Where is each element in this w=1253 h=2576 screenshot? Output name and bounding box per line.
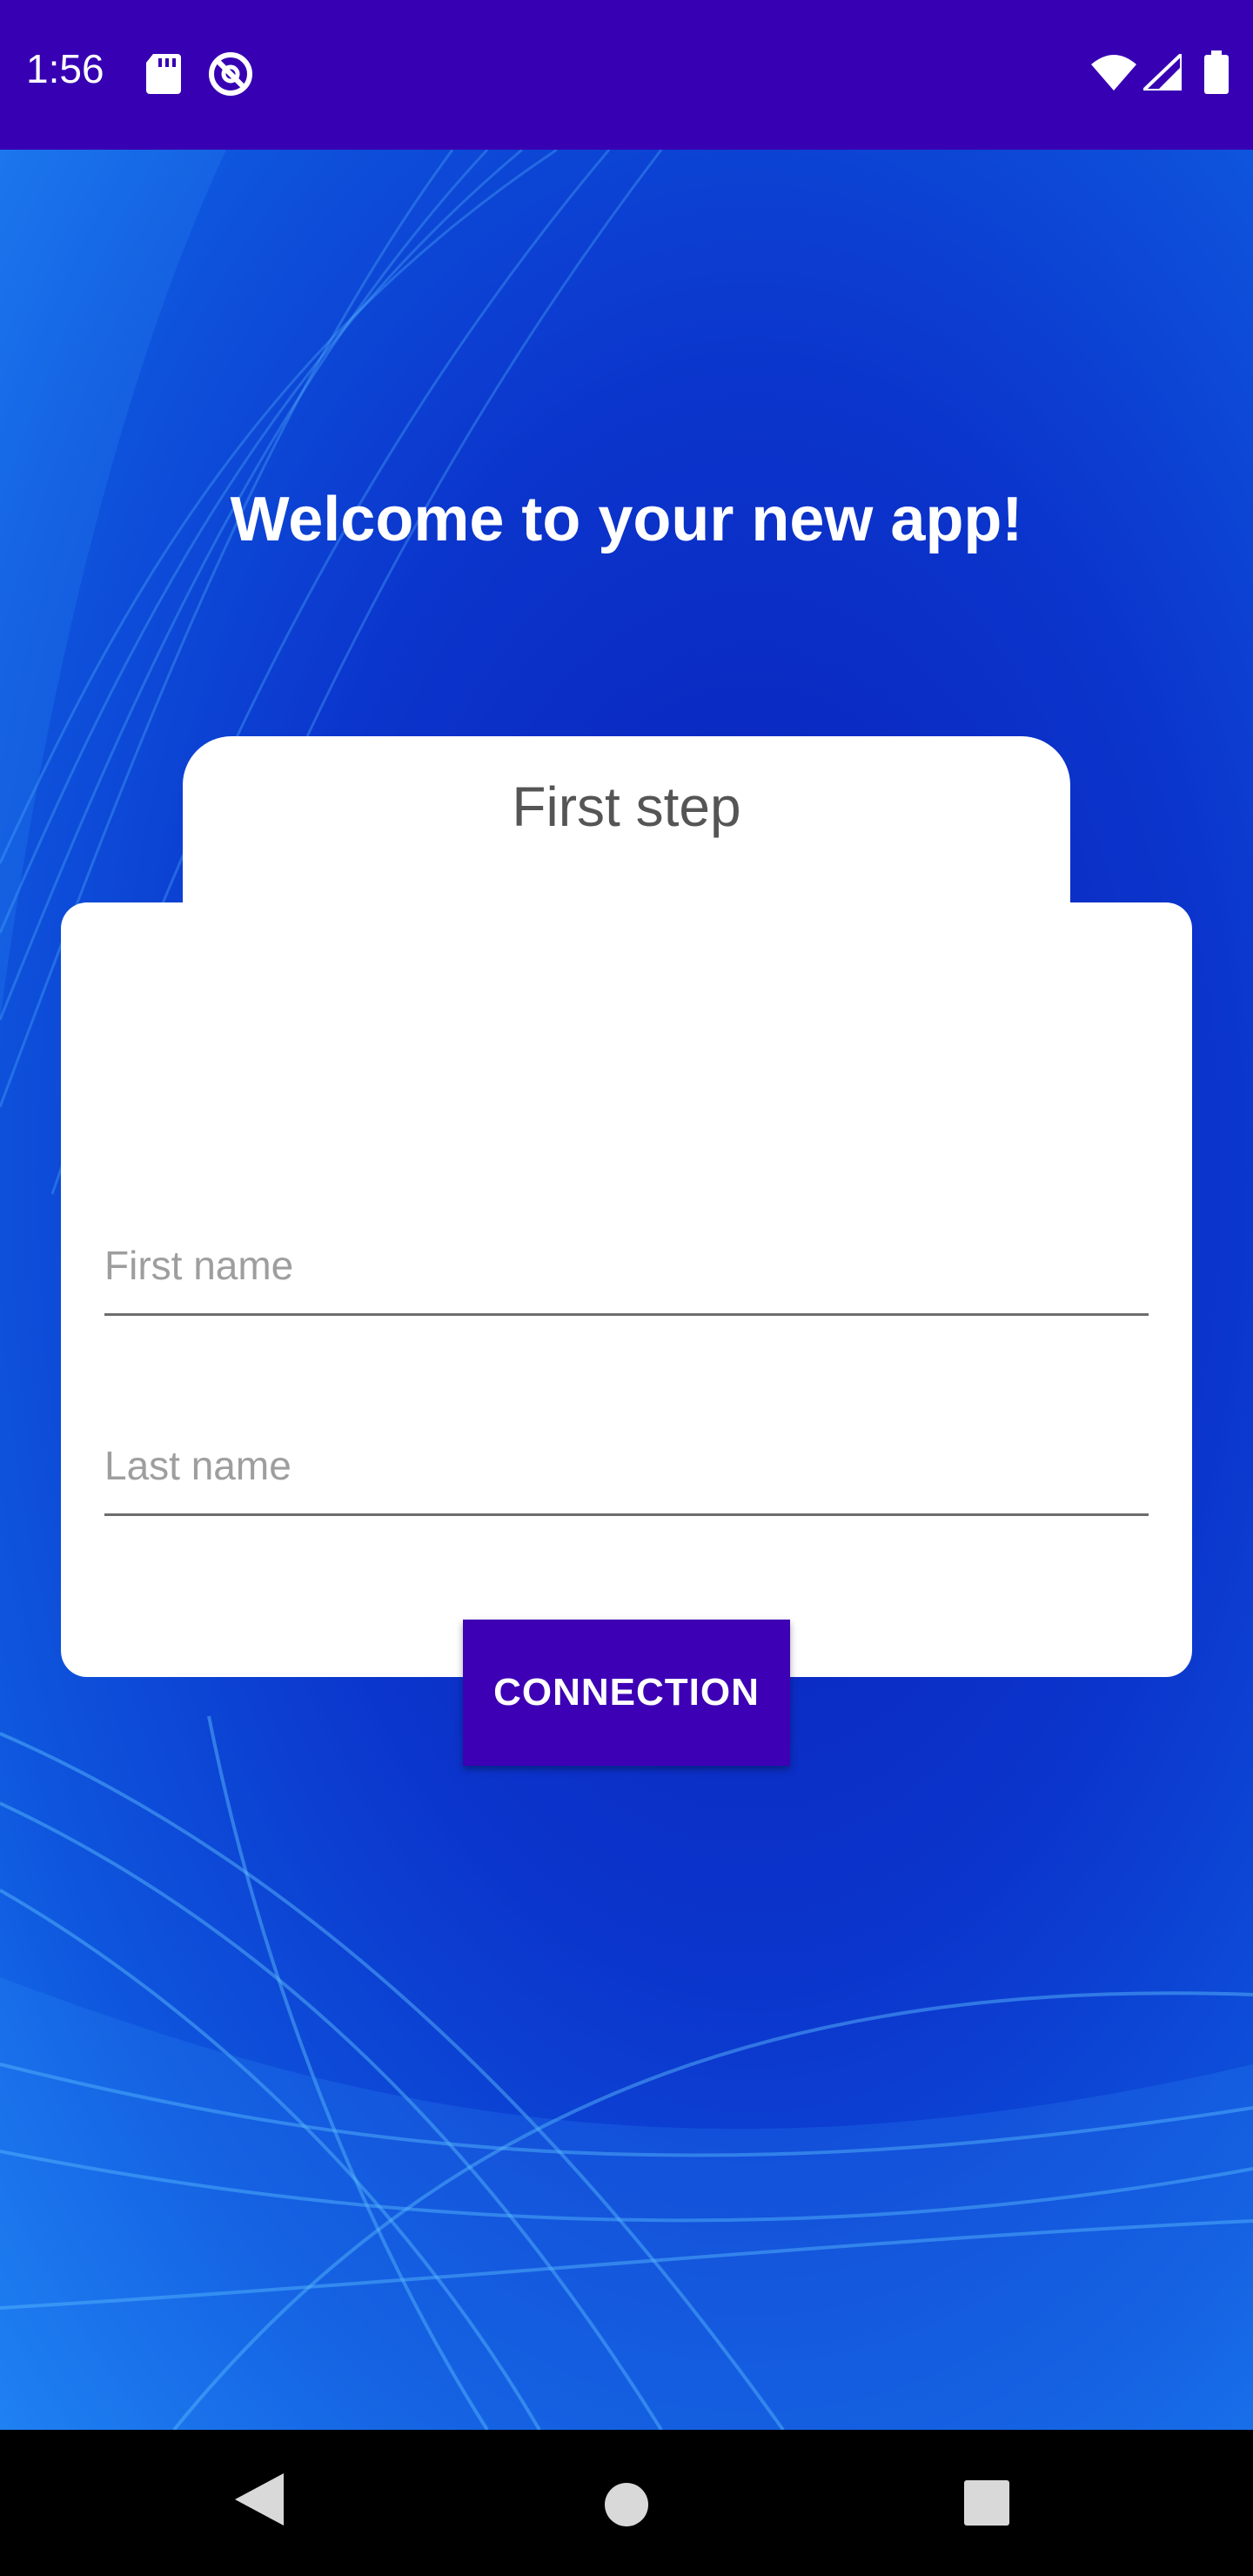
status-time: 1:56 bbox=[26, 46, 104, 91]
login-card: CONNECTION bbox=[61, 902, 1192, 1766]
recents-icon[interactable] bbox=[964, 2480, 1009, 2530]
sd-card-icon bbox=[146, 54, 181, 98]
back-icon[interactable] bbox=[235, 2473, 284, 2530]
step-label: First step bbox=[512, 775, 741, 838]
status-bar: 1:56 bbox=[0, 0, 1253, 150]
last-name-input[interactable] bbox=[104, 1426, 1149, 1516]
welcome-title: Welcome to your new app! bbox=[230, 485, 1023, 554]
sync-disabled-icon bbox=[207, 50, 254, 102]
first-name-input[interactable] bbox=[104, 1226, 1149, 1316]
card-tab: First step bbox=[183, 736, 1070, 928]
wifi-icon bbox=[1091, 54, 1136, 95]
app-content: Welcome to your new app! First step CONN… bbox=[0, 150, 1253, 2430]
connection-button[interactable]: CONNECTION bbox=[463, 1620, 790, 1766]
navigation-bar bbox=[0, 2430, 1253, 2576]
battery-icon bbox=[1204, 50, 1229, 98]
signal-icon bbox=[1139, 50, 1183, 95]
home-icon[interactable] bbox=[604, 2482, 649, 2532]
